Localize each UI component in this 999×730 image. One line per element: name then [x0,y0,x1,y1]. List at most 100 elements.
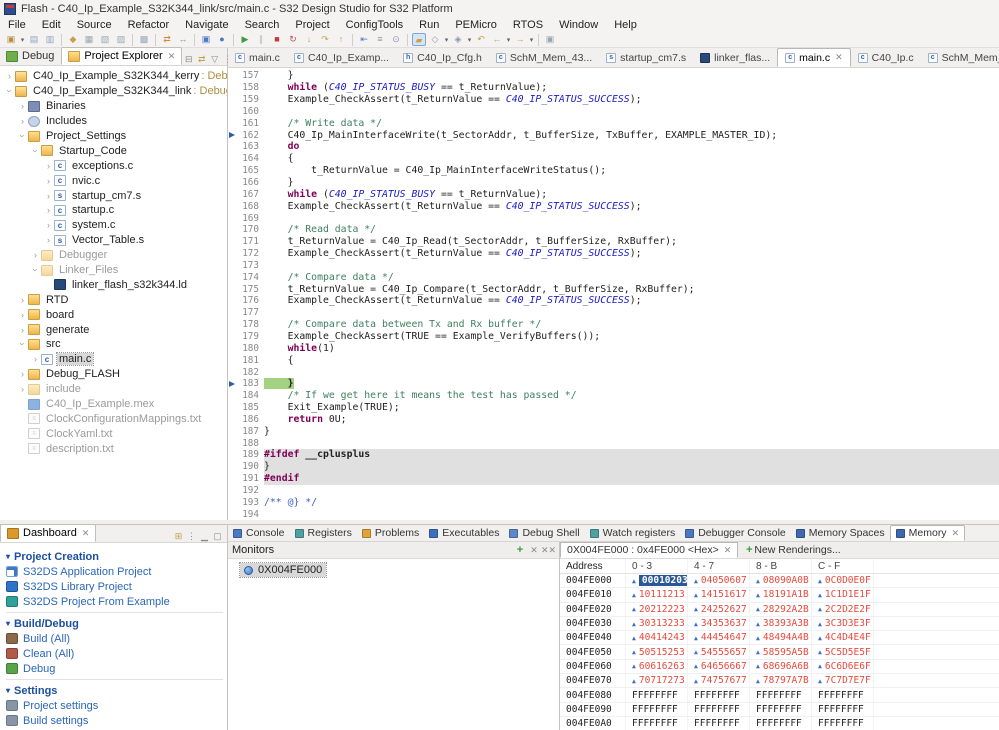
memory-value-cell[interactable]: FFFFFFFF [750,716,812,730]
terminate-relaunch-icon[interactable]: ↻ [286,33,300,46]
code-line[interactable]: 169 [228,212,999,224]
memory-value-cell[interactable]: ▲ 70717273 [626,674,688,688]
menu-configtools[interactable]: ConfigTools [338,19,411,31]
restart-icon[interactable]: ⇤ [357,33,371,46]
memory-table-row[interactable]: 004FE000 ▲ 00010203 ▲ 04050607 ▲ 08090A0B ▲ 0C0D… [560,574,999,589]
tree-item-exceptions-c[interactable]: › c exceptions.c [0,158,227,173]
memory-value-cell[interactable]: FFFFFFFF [750,688,812,702]
collapse-all-icon[interactable]: ⊟ [182,54,195,65]
code-line[interactable]: 158 while (C40_IP_STATUS_BUSY == t_Retur… [228,82,999,94]
monitor-item[interactable]: 0X004FE000 [238,562,328,578]
bottom-tab-memory-spaces[interactable]: Memory Spaces [791,525,890,541]
editor-tab-main-c[interactable]: c main.c ✕ [777,48,851,67]
menu-source[interactable]: Source [69,19,120,31]
bottom-tab-registers[interactable]: Registers [290,525,357,541]
expander-icon[interactable]: › [17,310,28,320]
gutter-line-number[interactable]: 188 [228,438,264,449]
code-line[interactable]: 161 /* Write data */ [228,117,999,129]
memory-value-cell[interactable]: ▲ 3C3D3E3F [812,616,874,631]
code-line[interactable]: 175 t_ReturnValue = C40_Ip_Compare(t_Sec… [228,283,999,295]
code-line[interactable]: 168 Example_CheckAssert(t_ReturnValue ==… [228,200,999,212]
expander-icon[interactable]: › [4,71,15,81]
memory-value-cell[interactable]: ▲ 2C2D2E2F [812,602,874,616]
memory-value-cell[interactable]: ▲ 0C0D0E0F [812,574,874,588]
gutter-line-number[interactable]: 190 [228,461,264,472]
memory-value-cell[interactable]: ▲ 50515253 [626,645,688,659]
memory-value-cell[interactable]: ▲ 24252627 [688,602,750,616]
menu-window[interactable]: Window [551,19,606,31]
code-line[interactable]: 157 } [228,70,999,82]
close-icon[interactable]: ✕ [82,528,90,539]
code-line[interactable]: 167 while (C40_IP_STATUS_BUSY == t_Retur… [228,188,999,200]
menu-rtos[interactable]: RTOS [505,19,551,31]
expander-icon[interactable]: › [17,295,28,305]
code-line-body[interactable]: { [264,354,999,366]
view-tab-dashboard[interactable]: Dashboard ✕ [0,524,97,542]
save-icon[interactable]: ▤ [27,33,41,46]
tree-item-c40-ip-example-s32k344-kerry[interactable]: › C40_Ip_Example_S32K344_kerry: Debug_FLA… [0,69,227,84]
code-line[interactable]: 162 C40_Ip_MainInterfaceWrite(t_SectorAd… [228,129,999,141]
tree-item-board[interactable]: › board [0,307,227,322]
gutter-line-number[interactable]: 159 [228,94,264,105]
tree-item-linker-files[interactable]: › Linker_Files [0,263,227,278]
editor-tab-main-c[interactable]: c main.c [228,48,287,67]
bottom-tab-executables[interactable]: Executables [424,525,504,541]
code-line[interactable]: 176 Example_CheckAssert(t_ReturnValue ==… [228,295,999,307]
code-line-body[interactable]: /* Write data */ [264,117,999,129]
expander-icon[interactable]: › [17,384,28,394]
expander-icon[interactable]: › [43,191,54,201]
gutter-line-number[interactable]: 181 [228,355,264,366]
code-line-body[interactable]: while(1) [264,342,999,354]
expander-icon[interactable]: › [43,235,54,245]
gutter-line-number[interactable]: 171 [228,236,264,247]
gutter-line-number[interactable]: 186 [228,414,264,425]
gutter-line-number[interactable]: 165 [228,165,264,176]
code-line[interactable]: 182 [228,366,999,378]
tree-item-system-c[interactable]: › c system.c [0,218,227,233]
next-annotation-icon[interactable]: ◇ [428,33,442,46]
tree-item-startup-code[interactable]: › Startup_Code [0,143,227,158]
remove-all-monitors-icon[interactable]: ✕✕ [541,545,556,556]
dashboard-section-header[interactable]: ▾ Build/Debug [6,616,223,631]
tree-item-generate[interactable]: › generate [0,322,227,337]
code-line-body[interactable]: t_ReturnValue = C40_Ip_MainInterfaceWrit… [264,165,999,177]
memory-table-row[interactable]: 004FE0A0 FFFFFFFF FFFFFFFF FFFFFFFF FFFFFFFF [560,716,999,730]
memory-value-cell[interactable]: ▲ 64656667 [688,659,750,674]
code-line-body[interactable]: } [264,460,999,473]
dashboard-link-build-settings[interactable]: Build settings [6,713,223,728]
memory-value-cell[interactable]: ▲ 38393A3B [750,616,812,631]
code-line[interactable]: 172 Example_CheckAssert(t_ReturnValue ==… [228,248,999,260]
gutter-line-number[interactable]: 176 [228,295,264,306]
code-line-body[interactable]: { [264,153,999,165]
expander-icon[interactable]: › [30,354,41,364]
expander-icon[interactable]: › [18,131,28,142]
memory-table[interactable]: Address 0 - 34 - 78 - BC - F 004FE000 ▲ 0001… [560,559,999,730]
menu-project[interactable]: Project [287,19,337,31]
memory-value-cell[interactable]: ▲ 20212223 [626,602,688,616]
dropdown-caret-icon[interactable]: ▾ [528,36,535,44]
code-line[interactable]: 173 [228,260,999,272]
memory-value-cell[interactable]: FFFFFFFF [688,688,750,702]
pin-editor-icon[interactable]: ▣ [543,33,557,46]
editor-tab-c40-ip-c[interactable]: c C40_Ip.c [851,48,921,67]
code-line-body[interactable] [264,366,999,378]
memory-value-cell[interactable]: ▲ 58595A5B [750,645,812,659]
gutter-line-number[interactable]: 167 [228,189,264,200]
code-line-body[interactable]: #ifdef __cplusplus [264,449,999,461]
tree-item-startup-cm7-s[interactable]: › s startup_cm7.s [0,188,227,203]
gutter-line-number[interactable]: 193 [228,497,264,508]
mark-occurrences-icon[interactable]: ▰ [412,33,426,46]
code-line[interactable]: 159 Example_CheckAssert(t_ReturnValue ==… [228,94,999,106]
code-line-body[interactable]: } [264,425,999,437]
code-line-body[interactable] [264,260,999,272]
close-icon[interactable]: ✕ [724,545,732,556]
code-line-body[interactable] [264,437,999,449]
expander-icon[interactable]: › [17,325,28,335]
code-line-body[interactable]: t_ReturnValue = C40_Ip_Compare(t_SectorA… [264,283,999,295]
editor-tab-c40-ip-examp-[interactable]: c C40_Ip_Examp... [287,48,396,67]
gutter-line-number[interactable]: 163 [228,141,264,152]
code-line-body[interactable]: /* Compare data between Tx and Rx buffer… [264,319,999,331]
tree-item-include[interactable]: › include [0,382,227,397]
code-line[interactable]: 180 while(1) [228,342,999,354]
new-renderings-tab[interactable]: + New Renderings... [738,542,846,558]
